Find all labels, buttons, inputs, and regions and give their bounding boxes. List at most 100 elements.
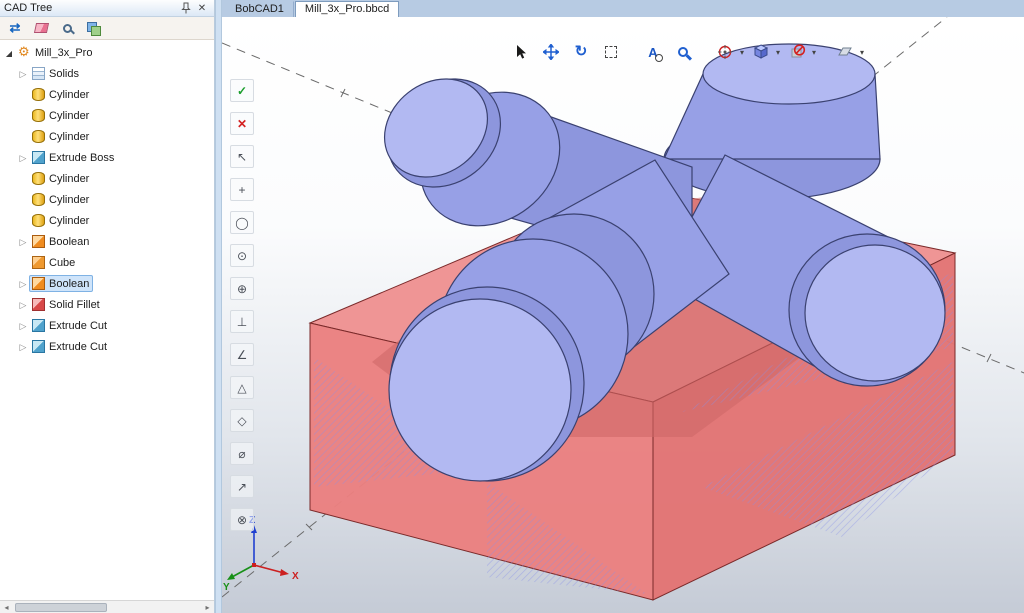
snap-diameter-button[interactable]: ⌀ <box>230 442 254 465</box>
select-arrow-icon[interactable] <box>508 39 534 65</box>
cylinder-icon <box>32 88 45 101</box>
blank-hide-icon[interactable] <box>784 39 810 65</box>
panel-title: CAD Tree <box>4 2 178 14</box>
snap-circle-button[interactable]: ◯ <box>230 211 254 234</box>
cylinder-icon <box>32 193 45 206</box>
expander-icon[interactable] <box>17 152 29 164</box>
tree-item[interactable]: Solid Fillet <box>0 294 214 315</box>
snap-point-button[interactable]: + <box>230 178 254 201</box>
tree-item-label: Cylinder <box>49 110 89 122</box>
snap-cursor-button[interactable]: ↖ <box>230 145 254 168</box>
workplane-icon[interactable] <box>712 39 738 65</box>
cube-icon <box>32 256 45 269</box>
horizontal-scrollbar[interactable]: ◂ ▸ <box>0 600 214 613</box>
chevron-down-icon[interactable]: ▾ <box>812 48 816 57</box>
tree-item-label: Cylinder <box>49 89 89 101</box>
tree-item-label: Boolean <box>49 236 89 248</box>
tree-item-root[interactable]: Mill_3x_Pro <box>0 42 214 63</box>
expander-icon[interactable] <box>17 236 29 248</box>
pin-icon[interactable] <box>178 1 194 15</box>
scrollbar-thumb[interactable] <box>15 603 107 612</box>
cylinder-icon <box>32 130 45 143</box>
view-orientation-icon[interactable] <box>832 39 858 65</box>
tree-item[interactable]: Extrude Cut <box>0 336 214 357</box>
document-tab-bar: BobCAD1 Mill_3x_Pro.bbcd <box>222 0 1024 17</box>
snap-intersection-button[interactable]: ⊗ <box>230 508 254 531</box>
snap-midpoint-button[interactable]: ◇ <box>230 409 254 432</box>
chevron-down-icon[interactable]: ▾ <box>860 48 864 57</box>
scroll-left-icon[interactable]: ◂ <box>0 603 13 612</box>
snap-perpendicular-button[interactable]: ⊥ <box>230 310 254 333</box>
eraser-icon[interactable] <box>31 19 51 37</box>
tree-item[interactable]: Solids <box>0 63 214 84</box>
axis-label-y: Y <box>223 582 230 593</box>
cad-tree-toolbar <box>0 17 214 40</box>
extrude-boss-icon <box>32 151 45 164</box>
tree-item[interactable]: Cylinder <box>0 105 214 126</box>
snap-plane-button[interactable]: △ <box>230 376 254 399</box>
tree-item[interactable]: Cylinder <box>0 126 214 147</box>
tab-mill-3x-pro[interactable]: Mill_3x_Pro.bbcd <box>295 1 399 17</box>
tree-item-selected[interactable]: Boolean <box>0 273 214 294</box>
expander-icon[interactable] <box>17 320 29 332</box>
chevron-down-icon[interactable]: ▾ <box>776 48 780 57</box>
tree-item[interactable]: Cylinder <box>0 168 214 189</box>
tree-item[interactable]: Cube <box>0 252 214 273</box>
snap-vector-button[interactable]: ↗ <box>230 475 254 498</box>
tree-item-label: Extrude Cut <box>49 320 107 332</box>
3d-viewport[interactable]: Z X Y ↻ A <box>222 17 1024 613</box>
boolean-icon <box>32 235 45 248</box>
chevron-down-icon[interactable]: ▾ <box>740 48 744 57</box>
tree-item-label: Cylinder <box>49 131 89 143</box>
snap-toolbar: ✓ ✕ ↖ + ◯ ⊙ ⊕ ⊥ ∠ △ ◇ ⌀ ↗ ⊗ <box>230 79 254 531</box>
search-icon[interactable] <box>57 19 77 37</box>
tree-item-label: Solids <box>49 68 79 80</box>
box-select-icon[interactable] <box>598 39 624 65</box>
extrude-cut-icon <box>32 319 45 332</box>
expander-icon[interactable] <box>17 68 29 80</box>
solid-fillet-icon <box>32 298 45 311</box>
tree-item-label: Extrude Cut <box>49 341 107 353</box>
cad-application-window: CAD Tree ✕ Mill_3x_Pro Solids Cylin <box>0 0 1024 613</box>
tab-bobcad1[interactable]: BobCAD1 <box>225 1 294 17</box>
shaded-view-cube-icon[interactable] <box>748 39 774 65</box>
expander-icon[interactable] <box>17 299 29 311</box>
tree-item-label: Mill_3x_Pro <box>35 47 92 59</box>
cancel-button[interactable]: ✕ <box>230 112 254 135</box>
viewport-toolbar: ↻ A ▾ ▾ ▾ <box>508 39 864 65</box>
close-icon[interactable]: ✕ <box>194 1 210 15</box>
cylinder-icon <box>32 214 45 227</box>
snap-center-button[interactable]: ⊙ <box>230 244 254 267</box>
tree-item[interactable]: Extrude Boss <box>0 147 214 168</box>
tree-item-label: Solid Fillet <box>49 299 100 311</box>
main-area: BobCAD1 Mill_3x_Pro.bbcd <box>222 0 1024 613</box>
snap-quadrant-button[interactable]: ⊕ <box>230 277 254 300</box>
tree-item-label: Cylinder <box>49 215 89 227</box>
tree-item[interactable]: Boolean <box>0 231 214 252</box>
pan-icon[interactable] <box>538 39 564 65</box>
tree-item[interactable]: Cylinder <box>0 210 214 231</box>
gear-icon <box>18 46 31 59</box>
zoom-all-icon[interactable]: A <box>640 39 666 65</box>
tree-item[interactable]: Cylinder <box>0 189 214 210</box>
tree-item[interactable]: Cylinder <box>0 84 214 105</box>
tree-item-label: Boolean <box>49 278 89 290</box>
extrude-cut-icon <box>32 340 45 353</box>
sync-icon[interactable] <box>5 19 25 37</box>
axis-label-x: X <box>292 571 299 582</box>
layers-icon[interactable] <box>83 19 103 37</box>
3d-scene: Z X Y <box>222 17 1024 613</box>
panel-splitter[interactable] <box>215 0 222 613</box>
snap-angle-button[interactable]: ∠ <box>230 343 254 366</box>
cad-tree-panel-header: CAD Tree ✕ <box>0 0 214 17</box>
expander-icon[interactable] <box>17 341 29 353</box>
expander-icon[interactable] <box>17 278 29 290</box>
zoom-window-icon[interactable] <box>670 39 696 65</box>
ok-button[interactable]: ✓ <box>230 79 254 102</box>
tree-item[interactable]: Extrude Cut <box>0 315 214 336</box>
scroll-right-icon[interactable]: ▸ <box>201 603 214 612</box>
tree-item-label: Extrude Boss <box>49 152 114 164</box>
expander-icon[interactable] <box>3 47 15 59</box>
cylinder-icon <box>32 109 45 122</box>
rotate-icon[interactable]: ↻ <box>568 39 594 65</box>
